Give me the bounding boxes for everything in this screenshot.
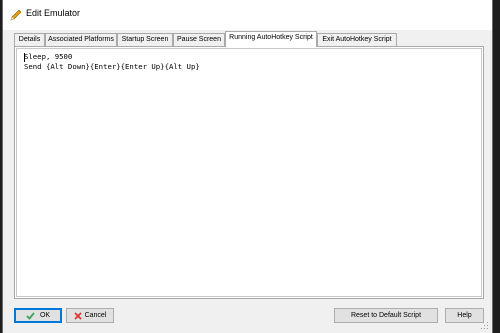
reset-to-default-script-button[interactable]: Reset to Default Script [334,308,438,323]
tab-exit-autohotkey-script[interactable]: Exit AutoHotkey Script [317,33,397,46]
script-editor[interactable]: Sleep, 9500 Send {Alt Down}{Enter}{Enter … [16,48,482,297]
tab-running-autohotkey-script[interactable]: Running AutoHotkey Script [225,31,317,47]
tab-details[interactable]: Details [14,33,45,46]
script-text[interactable]: Sleep, 9500 Send {Alt Down}{Enter}{Enter … [24,52,200,72]
edit-emulator-window: Edit Emulator Details Associated Platfor… [2,0,493,333]
ok-button[interactable]: OK [14,308,62,323]
checkmark-icon [26,311,35,320]
resize-grip-icon[interactable] [481,322,489,330]
title-bar[interactable]: Edit Emulator [3,0,492,30]
tab-panel: Sleep, 9500 Send {Alt Down}{Enter}{Enter … [14,46,484,299]
ok-label: OK [39,312,51,319]
script-line: Sleep, 9500 [24,52,73,61]
tab-associated-platforms[interactable]: Associated Platforms [45,33,117,46]
help-button[interactable]: Help [445,308,484,323]
script-line: Send {Alt Down}{Enter}{Enter Up}{Alt Up} [24,62,200,71]
x-icon [74,311,82,320]
cancel-label: Cancel [84,312,107,319]
tab-startup-screen[interactable]: Startup Screen [117,33,173,46]
pencil-icon [10,9,22,21]
cancel-button[interactable]: Cancel [66,308,114,323]
window-title: Edit Emulator [26,8,81,18]
tab-pause-screen[interactable]: Pause Screen [173,33,225,46]
